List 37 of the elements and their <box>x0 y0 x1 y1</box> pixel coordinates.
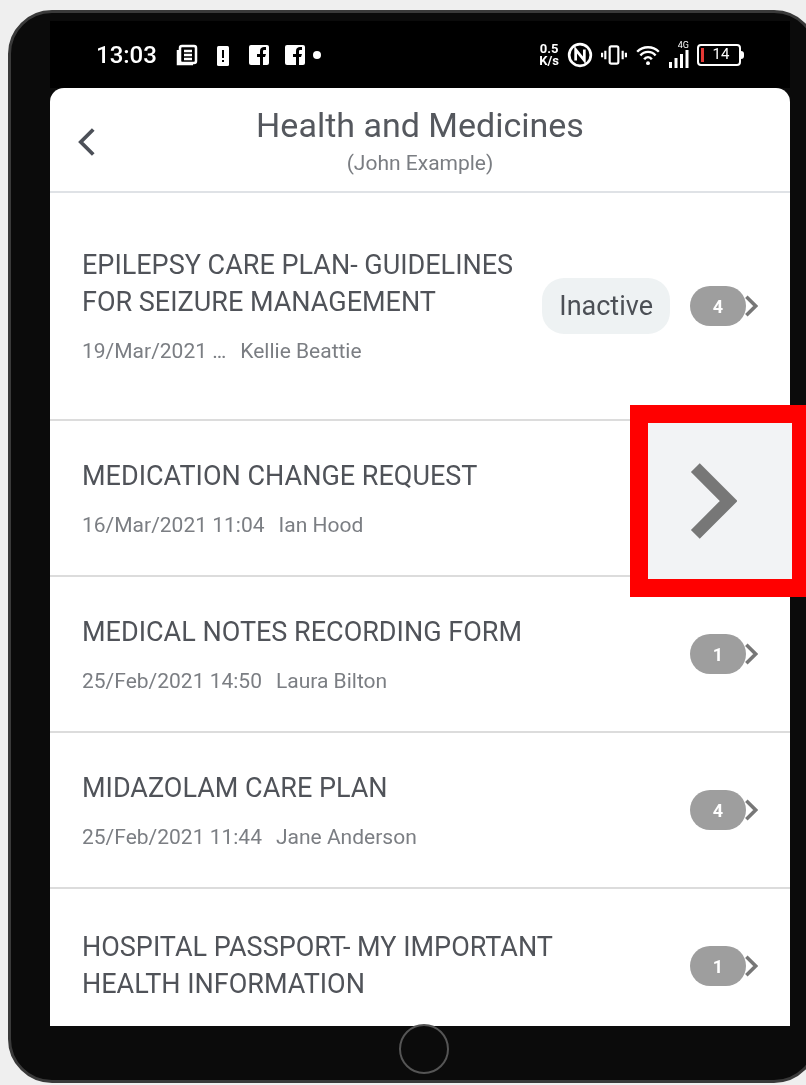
item-title: EPILEPSY CARE PLAN- GUIDELINES FOR SEIZURE MANAGEMENT <box>82 248 515 320</box>
item-title: MIDAZOLAM CARE PLAN <box>82 770 389 806</box>
chevron-icon <box>744 642 758 666</box>
battery-level: 14 <box>712 47 730 62</box>
item-title: HOSPITAL PASSPORT- MY IMPORTANT HEALTH INFORMATION <box>82 930 554 1002</box>
count-badge: 4 <box>690 790 746 830</box>
item-author: Laura Bilton <box>275 667 388 695</box>
facebook-icon <box>246 42 271 67</box>
page-subtitle: (John Example) <box>346 149 494 177</box>
chevron-icon <box>744 798 758 822</box>
back-icon <box>78 127 96 157</box>
count-badge: 4 <box>690 286 746 326</box>
item-title: MEDICAL NOTES RECORDING FORM <box>82 614 523 650</box>
item-date: 19/Mar/2021 … <box>82 338 227 365</box>
item-date: 25/Feb/2021 11:44 <box>82 823 262 851</box>
signal-icon <box>669 50 689 68</box>
item-author: Ian Hood <box>278 511 364 539</box>
dot-icon <box>312 50 321 59</box>
item-date: 16/Mar/2021 11:04 <box>82 511 265 539</box>
network-type: 4G <box>677 41 689 50</box>
item-author: Jane Anderson <box>275 823 417 851</box>
nfc-icon <box>567 41 593 68</box>
home-button[interactable] <box>399 1024 449 1074</box>
status-badge: Inactive <box>542 277 670 335</box>
count-badge: 1 <box>690 946 746 986</box>
news-icon <box>174 42 199 67</box>
item-title: MEDICATION CHANGE REQUEST <box>82 458 479 494</box>
speed-unit: K/s <box>539 54 559 67</box>
chevron-icon <box>744 954 758 978</box>
clock: 13:03 <box>96 39 157 71</box>
page-title: Health and Medicines <box>256 103 584 147</box>
item-date: 25/Feb/2021 14:50 <box>82 667 262 695</box>
item-author: Kellie Beattie <box>240 338 362 365</box>
facebook-icon <box>282 42 307 67</box>
speed-value: 0.5 <box>539 42 559 55</box>
count-badge: 1 <box>690 634 746 674</box>
chevron-icon <box>744 294 758 318</box>
